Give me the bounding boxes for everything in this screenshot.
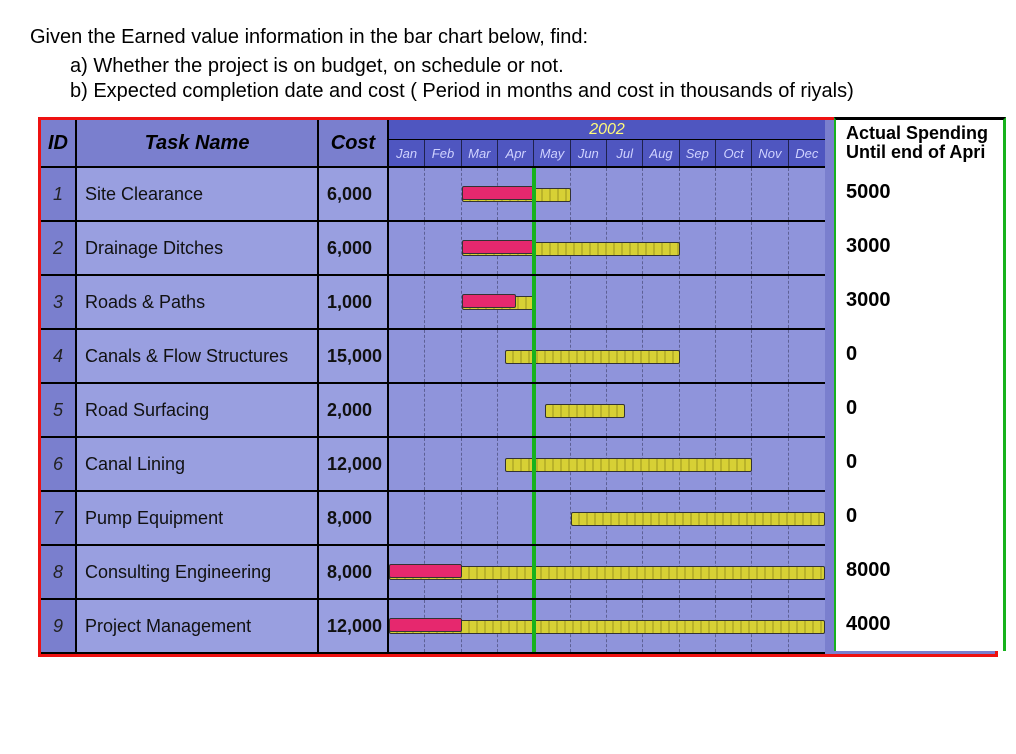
task-cost: 2,000 xyxy=(319,384,389,438)
month-label: Apr xyxy=(498,140,534,166)
task-name: Road Surfacing xyxy=(77,384,319,438)
task-name: Project Management xyxy=(77,600,319,654)
task-gantt-cell xyxy=(389,276,825,330)
task-cost: 1,000 xyxy=(319,276,389,330)
actual-spending-column: Actual Spending Until end of Apri 500030… xyxy=(834,117,1006,651)
month-label: Sep xyxy=(680,140,716,166)
task-cost: 8,000 xyxy=(319,546,389,600)
task-id: 3 xyxy=(41,276,77,330)
month-label: Aug xyxy=(643,140,679,166)
actual-spending-value: 0 xyxy=(834,327,1006,381)
task-cost: 15,000 xyxy=(319,330,389,384)
status-date-line xyxy=(532,384,536,436)
task-gantt-cell xyxy=(389,492,825,546)
task-gantt-cell xyxy=(389,168,825,222)
task-id: 4 xyxy=(41,330,77,384)
task-name: Site Clearance xyxy=(77,168,319,222)
question-list: a) Whether the project is on budget, on … xyxy=(70,55,986,103)
col-header-cost: Cost xyxy=(319,120,389,168)
actual-spending-value: 3000 xyxy=(834,273,1006,327)
month-label: Jun xyxy=(571,140,607,166)
actual-spending-header-l1: Actual Spending xyxy=(846,124,988,143)
actual-bar xyxy=(462,240,535,254)
actual-spending-value: 0 xyxy=(834,489,1006,543)
task-cost: 8,000 xyxy=(319,492,389,546)
actual-spending-value: 4000 xyxy=(834,597,1006,651)
plan-bar xyxy=(571,512,825,526)
task-cost: 6,000 xyxy=(319,222,389,276)
task-gantt-cell xyxy=(389,600,825,654)
plan-bar xyxy=(505,350,679,364)
task-gantt-cell xyxy=(389,222,825,276)
actual-bar xyxy=(462,294,517,308)
task-cost: 12,000 xyxy=(319,600,389,654)
actual-spending-value: 0 xyxy=(834,435,1006,489)
task-name: Consulting Engineering xyxy=(77,546,319,600)
month-label: Dec xyxy=(789,140,825,166)
month-label: Nov xyxy=(752,140,788,166)
col-header-task: Task Name xyxy=(77,120,319,168)
timeline-year: 2002 xyxy=(389,120,825,140)
gantt-chart: ID Task Name Cost 2002 JanFebMarAprMayJu… xyxy=(38,117,998,657)
task-id: 9 xyxy=(41,600,77,654)
question-b: b) Expected completion date and cost ( P… xyxy=(70,80,986,103)
actual-spending-value: 3000 xyxy=(834,219,1006,273)
question-intro: Given the Earned value information in th… xyxy=(30,26,986,49)
actual-spending-value: 8000 xyxy=(834,543,1006,597)
status-date-line xyxy=(532,492,536,544)
actual-bar xyxy=(389,618,462,632)
plan-bar xyxy=(545,404,625,418)
month-label: May xyxy=(534,140,570,166)
task-name: Canals & Flow Structures xyxy=(77,330,319,384)
task-id: 6 xyxy=(41,438,77,492)
actual-spending-value: 0 xyxy=(834,381,1006,435)
month-label: Mar xyxy=(462,140,498,166)
task-name: Canal Lining xyxy=(77,438,319,492)
task-gantt-cell xyxy=(389,438,825,492)
task-id: 1 xyxy=(41,168,77,222)
task-gantt-cell xyxy=(389,384,825,438)
task-cost: 6,000 xyxy=(319,168,389,222)
task-id: 5 xyxy=(41,384,77,438)
task-name: Roads & Paths xyxy=(77,276,319,330)
actual-spending-value: 5000 xyxy=(834,165,1006,219)
month-label: Oct xyxy=(716,140,752,166)
question-a: a) Whether the project is on budget, on … xyxy=(70,55,986,78)
task-id: 8 xyxy=(41,546,77,600)
task-name: Pump Equipment xyxy=(77,492,319,546)
col-header-id: ID xyxy=(41,120,77,168)
actual-spending-header: Actual Spending Until end of Apri xyxy=(834,117,1006,165)
task-gantt-cell xyxy=(389,546,825,600)
month-label: Jan xyxy=(389,140,425,166)
task-cost: 12,000 xyxy=(319,438,389,492)
actual-bar xyxy=(462,186,535,200)
plan-bar xyxy=(505,458,752,472)
task-gantt-cell xyxy=(389,330,825,384)
task-id: 2 xyxy=(41,222,77,276)
task-id: 7 xyxy=(41,492,77,546)
month-label: Feb xyxy=(425,140,461,166)
task-name: Drainage Ditches xyxy=(77,222,319,276)
actual-bar xyxy=(389,564,462,578)
month-label: Jul xyxy=(607,140,643,166)
col-header-timeline: 2002 JanFebMarAprMayJunJulAugSepOctNovDe… xyxy=(389,120,825,168)
actual-spending-header-l2: Until end of Apri xyxy=(846,143,985,162)
